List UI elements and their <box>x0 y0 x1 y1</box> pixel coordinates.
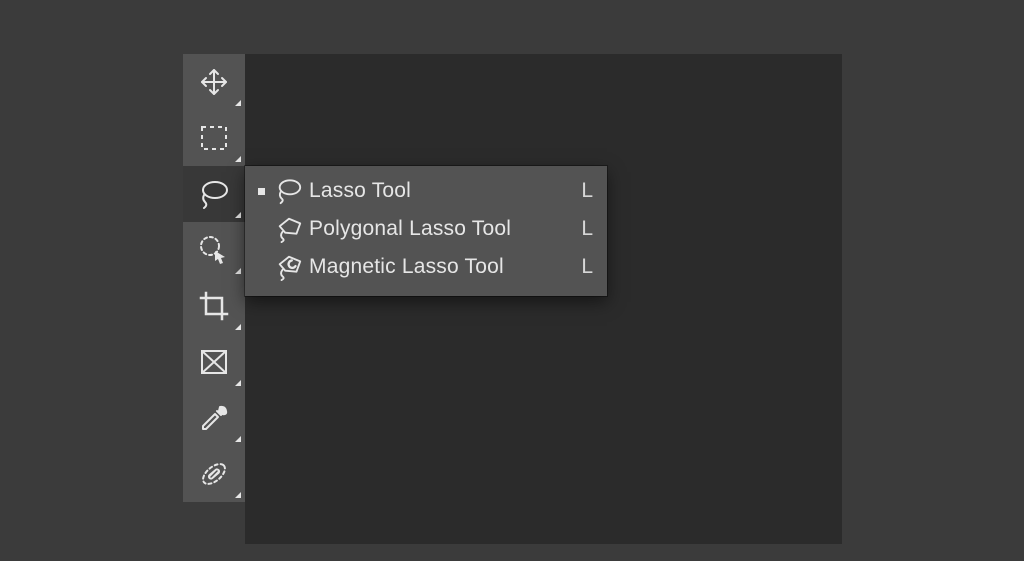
flyout-item-label: Polygonal Lasso Tool <box>309 217 569 241</box>
tool-eyedropper[interactable] <box>183 390 245 446</box>
submenu-indicator <box>235 380 241 386</box>
tool-healing[interactable] <box>183 446 245 502</box>
magnetic-lasso-icon <box>269 253 309 281</box>
tool-crop[interactable] <box>183 278 245 334</box>
flyout-item-shortcut: L <box>569 179 593 203</box>
flyout-item-magnetic-lasso[interactable]: Magnetic Lasso Tool L <box>245 248 607 286</box>
marquee-icon <box>196 120 232 156</box>
submenu-indicator <box>235 492 241 498</box>
tool-move[interactable] <box>183 54 245 110</box>
healing-icon <box>196 456 232 492</box>
submenu-indicator <box>235 268 241 274</box>
submenu-indicator <box>235 156 241 162</box>
polygonal-lasso-icon <box>269 215 309 243</box>
lasso-icon <box>269 177 309 205</box>
submenu-indicator <box>235 436 241 442</box>
tool-quick-select[interactable] <box>183 222 245 278</box>
tool-marquee[interactable] <box>183 110 245 166</box>
submenu-indicator <box>235 100 241 106</box>
tool-frame[interactable] <box>183 334 245 390</box>
flyout-item-shortcut: L <box>569 255 593 279</box>
frame-icon <box>196 344 232 380</box>
move-icon <box>196 64 232 100</box>
quick-select-icon <box>196 232 232 268</box>
eyedropper-icon <box>196 400 232 436</box>
submenu-indicator <box>235 324 241 330</box>
flyout-item-shortcut: L <box>569 217 593 241</box>
lasso-flyout-menu: Lasso Tool L Polygonal Lasso Tool L <box>245 166 607 296</box>
flyout-item-label: Lasso Tool <box>309 179 569 203</box>
flyout-item-lasso[interactable]: Lasso Tool L <box>245 172 607 210</box>
crop-icon <box>196 288 232 324</box>
canvas-area[interactable] <box>245 54 842 544</box>
submenu-indicator <box>235 212 241 218</box>
lasso-icon <box>196 176 232 212</box>
tool-lasso[interactable] <box>183 166 245 222</box>
flyout-item-polygonal-lasso[interactable]: Polygonal Lasso Tool L <box>245 210 607 248</box>
active-indicator <box>253 188 269 195</box>
flyout-item-label: Magnetic Lasso Tool <box>309 255 569 279</box>
toolbar <box>183 54 245 502</box>
